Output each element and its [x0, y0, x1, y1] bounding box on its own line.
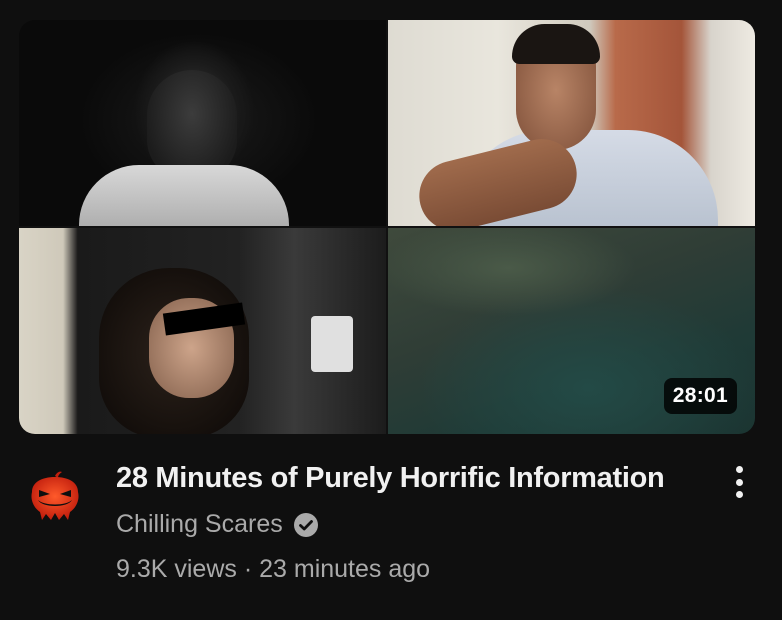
- video-card[interactable]: 28:01 28 Minutes of Purely Horrific Info…: [0, 0, 782, 620]
- pumpkin-logo-icon: [31, 471, 79, 520]
- video-thumbnail[interactable]: 28:01: [19, 20, 755, 434]
- thumbnail-panel-bottom-left: [19, 228, 386, 434]
- upload-age: 23 minutes ago: [259, 555, 431, 583]
- thumbnail-figure-hair: [512, 24, 600, 64]
- channel-name[interactable]: Chilling Scares: [116, 510, 283, 539]
- menu-dot: [735, 491, 743, 498]
- menu-dot: [735, 466, 743, 473]
- meta-separator: ·: [236, 555, 260, 583]
- verified-check-icon: [293, 512, 318, 537]
- thumbnail-figure-body: [79, 165, 289, 226]
- thumbnail-badge: [311, 316, 353, 372]
- thumbnail-panel-top-right: [388, 20, 755, 226]
- thumbnail-panel-top-left: [19, 20, 386, 226]
- channel-row: Chilling Scares: [116, 510, 319, 539]
- video-title[interactable]: 28 Minutes of Purely Horrific Informatio…: [116, 462, 665, 495]
- duration-badge: 28:01: [663, 378, 737, 414]
- view-count: 9.3K views: [116, 555, 237, 583]
- channel-avatar[interactable]: [24, 466, 86, 528]
- thumbnail-figure: [147, 70, 237, 180]
- video-metadata: 9.3K views · 23 minutes ago: [116, 555, 430, 584]
- more-vert-icon[interactable]: [726, 462, 752, 502]
- menu-dot: [735, 478, 743, 486]
